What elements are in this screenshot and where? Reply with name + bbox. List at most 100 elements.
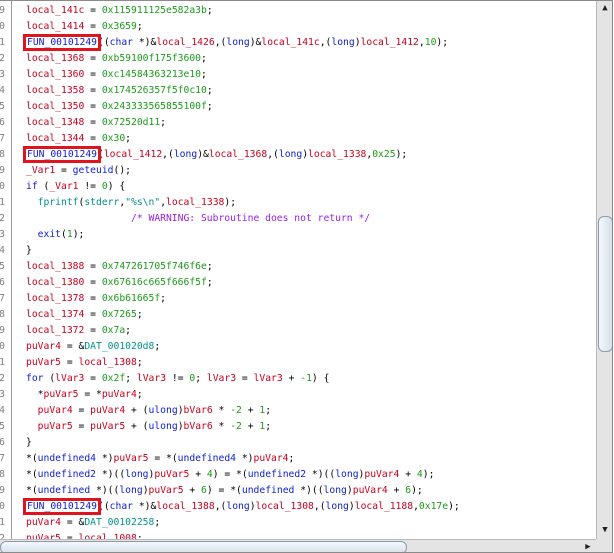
variable-token[interactable]: local_1308 [79,357,137,368]
variable-token[interactable]: local_1344 [26,133,84,144]
variable-token[interactable]: puVar4 [90,405,125,416]
horizontal-scrollbar[interactable]: ▶ [0,539,596,552]
variable-token[interactable]: local_1360 [26,69,84,80]
scroll-right-icon[interactable]: ▶ [580,540,596,552]
keyword-token: long [278,149,303,160]
punctuation-token: ; [136,357,143,368]
variable-token[interactable]: lVar3 [55,373,84,384]
highlighted-function-call[interactable]: FUN_00101249 [23,498,101,515]
variable-token[interactable]: local_1388 [26,261,84,272]
code-text: local_1350 = 0x243333565855100f; [26,99,213,115]
variable-token[interactable]: local_1372 [26,325,84,336]
variable-token[interactable]: local_1368 [209,149,267,160]
line-number: 1 [0,195,5,211]
keyword-token: ulong [148,405,178,416]
variable-token[interactable]: puVar5 [44,389,79,400]
global-token[interactable]: DAT_001020d8 [84,341,154,352]
keyword-token: long [119,485,143,496]
vertical-scroll-thumb[interactable] [598,216,612,352]
code-text: local_1360 = 0xc14584363213e10; [26,67,207,83]
variable-token[interactable]: local_1350 [26,101,84,112]
keyword-token: if [26,181,38,192]
variable-token[interactable]: bVar6 [184,405,213,416]
variable-token[interactable]: puVar4 [26,517,61,528]
variable-token[interactable]: _Var1 [49,181,78,192]
variable-token[interactable]: local_1412 [104,149,162,160]
variable-token[interactable]: local_1426 [156,37,214,48]
global-token[interactable]: stderr [84,197,119,208]
variable-token[interactable]: puVar4 [26,341,61,352]
variable-token[interactable]: _Var1 [26,165,55,176]
scroll-down-icon[interactable]: ▼ [597,523,612,537]
variable-token[interactable]: puVar5 [114,453,149,464]
variable-token[interactable]: puVar5 [149,485,184,496]
punctuation-token: * [26,389,44,400]
variable-token[interactable]: local_1380 [26,277,84,288]
line-number: 6 [0,275,5,291]
variable-token[interactable]: local_1412 [361,37,419,48]
variable-token[interactable]: puVar5 [154,469,189,480]
variable-token[interactable]: local_141c [261,37,319,48]
punctuation-token: *( [26,453,38,464]
punctuation-token: = [84,373,102,384]
variable-token[interactable]: puVar5 [90,421,125,432]
punctuation-token: ,( [267,149,279,160]
punctuation-token: = [84,53,102,64]
code-text: *(undefined4 *)puVar5 = *(undefined4 *)p… [26,451,294,467]
variable-token[interactable]: puVar5 [26,357,61,368]
global-token[interactable]: fprintf [38,197,79,208]
variable-token[interactable]: puVar4 [254,453,289,464]
punctuation-token: + [189,469,207,480]
line-number: 5 [0,259,5,275]
variable-token[interactable]: local_1368 [26,53,84,64]
punctuation-token: != [78,181,102,192]
punctuation-token: + [241,405,260,416]
variable-token[interactable]: puVar5 [38,421,73,432]
code-text: if (_Var1 != 0) { [26,179,125,195]
variable-token[interactable]: puVar4 [364,469,399,480]
variable-token[interactable]: local_1358 [26,85,84,96]
variable-token[interactable]: local_1188 [355,501,413,512]
punctuation-token [26,405,38,416]
decompiled-code-listing[interactable]: 9 local_141c = 0x115911125e582a3b; 0 local_… [0,3,596,539]
code-text: local_1344 = 0x30; [26,131,131,147]
punctuation-token: } [26,245,32,256]
scrollbar-corner [596,539,612,552]
code-text: FUN_00101249((char *)&local_1388,(long)l… [23,498,460,515]
variable-token[interactable]: lVar3 [137,373,166,384]
variable-token[interactable]: local_141c [26,5,84,16]
function-token[interactable]: geteuid [73,165,114,176]
variable-token[interactable]: local_1308 [256,501,314,512]
variable-token[interactable]: local_1374 [26,309,84,320]
highlighted-function-call[interactable]: FUN_00101249 [23,146,101,163]
punctuation-token: ; [160,117,166,128]
horizontal-scroll-thumb[interactable] [0,541,407,552]
punctuation-token: != [166,373,190,384]
variable-token[interactable]: local_1378 [26,293,84,304]
constant-token: 0x174526357f5f0c10 [101,85,207,96]
scroll-up-icon[interactable]: ▲ [597,1,612,15]
variable-token[interactable]: local_1348 [26,117,84,128]
code-text: *(undefined2 *)((long)puVar5 + 4) = *(un… [26,467,434,483]
variable-token[interactable]: puVar4 [102,389,137,400]
punctuation-token: (( [98,501,110,512]
function-token[interactable]: exit [38,229,61,240]
vertical-scrollbar[interactable]: ▲ ▼ [596,1,612,539]
variable-token[interactable]: puVar4 [38,405,73,416]
variable-token[interactable]: lVar3 [207,373,236,384]
punctuation-token: ); [411,485,423,496]
code-text: local_1388 = 0x747261705f746f6e; [26,259,213,275]
variable-token[interactable]: local_1338 [166,197,224,208]
highlighted-function-call[interactable]: FUN_00101249 [23,34,101,51]
keyword-token: char [109,37,134,48]
variable-token[interactable]: local_1388 [156,501,214,512]
global-token[interactable]: DAT_00102258 [84,517,154,528]
variable-token[interactable]: bVar6 [184,421,213,432]
variable-token[interactable]: local_1414 [26,21,84,32]
line-number: 7 [0,131,5,147]
punctuation-token: + [183,485,202,496]
variable-token[interactable]: lVar3 [254,373,283,384]
variable-token[interactable]: puVar4 [353,485,388,496]
variable-token[interactable]: local_1338 [308,149,366,160]
code-text: } [26,435,32,451]
